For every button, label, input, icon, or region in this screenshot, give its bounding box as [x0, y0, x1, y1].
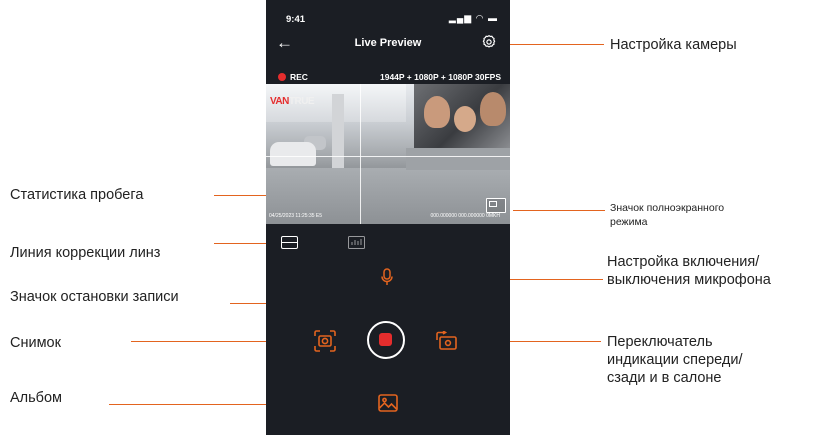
stop-recording-button[interactable]: [367, 321, 405, 359]
mic-toggle-callout: Настройка включения/ выключения микрофон…: [607, 253, 771, 289]
lens-correction-callout: Линия коррекции линз: [10, 245, 161, 261]
microphone-icon[interactable]: [381, 268, 393, 291]
camera-switch-callout-line3: сзади и в салоне: [607, 370, 722, 386]
video-parked-car: [270, 142, 316, 166]
camera-switch-icon[interactable]: [436, 330, 458, 356]
status-time: 9:41: [286, 14, 306, 25]
mic-toggle-callout-line1: Настройка включения/: [607, 254, 760, 270]
video-gps-readout: 000.000000 000.000000 0MKH: [430, 213, 500, 219]
rec-indicator-dot: [278, 73, 286, 81]
lens-correction-line-horizontal: [266, 156, 510, 157]
phone-screen: 9:41 ▂▄▆ ◠ ▬ ← Live Preview REC 1944P + …: [266, 0, 510, 435]
video-passenger: [424, 96, 450, 128]
mileage-stats-icon[interactable]: [348, 236, 365, 249]
live-video-feed[interactable]: VANTRUE 04/25/2023 11:25:35 E5 000.00000…: [266, 84, 510, 224]
mileage-stats-callout: Статистика пробега: [10, 187, 144, 203]
lens-correction-grid-icon[interactable]: [281, 236, 298, 249]
page-title: Live Preview: [354, 37, 422, 49]
snapshot-icon[interactable]: [314, 330, 336, 357]
mic-toggle-callout-line2: выключения микрофона: [607, 272, 771, 288]
camera-switch-callout-line2: индикации спереди/: [607, 352, 743, 368]
fullscreen-leader: [513, 210, 605, 211]
album-callout: Альбом: [10, 390, 63, 406]
status-icons: ▂▄▆ ◠ ▬: [448, 13, 498, 23]
video-car-hood: [406, 148, 510, 170]
brand-watermark: VANTRUE: [270, 96, 315, 107]
snapshot-callout: Снимок: [10, 335, 61, 351]
album-icon[interactable]: [378, 394, 398, 417]
video-passenger: [480, 92, 506, 126]
gear-icon[interactable]: [481, 34, 497, 55]
camera-switch-callout-line1: Переключатель: [607, 334, 713, 350]
camera-switch-callout: Переключатель индикации спереди/ сзади и…: [607, 333, 743, 387]
camera-settings-callout: Настройка камеры: [610, 37, 737, 53]
lens-correction-line-vertical: [360, 84, 361, 224]
stop-icon: [379, 333, 392, 346]
fullscreen-icon[interactable]: [486, 198, 506, 213]
video-passenger: [454, 106, 476, 132]
fullscreen-callout-line2: режима: [610, 216, 648, 228]
resolution-label: 1944P + 1080P + 1080P 30FPS: [380, 72, 501, 82]
stop-recording-callout: Значок остановки записи: [10, 289, 179, 305]
camera-settings-leader: [499, 44, 604, 45]
fullscreen-callout-line1: Значок полноэкранного: [610, 202, 725, 214]
rec-label: REC: [290, 72, 308, 82]
video-timestamp: 04/25/2023 11:25:35 E5: [269, 213, 323, 219]
fullscreen-callout: Значок полноэкранного режима: [610, 201, 724, 229]
